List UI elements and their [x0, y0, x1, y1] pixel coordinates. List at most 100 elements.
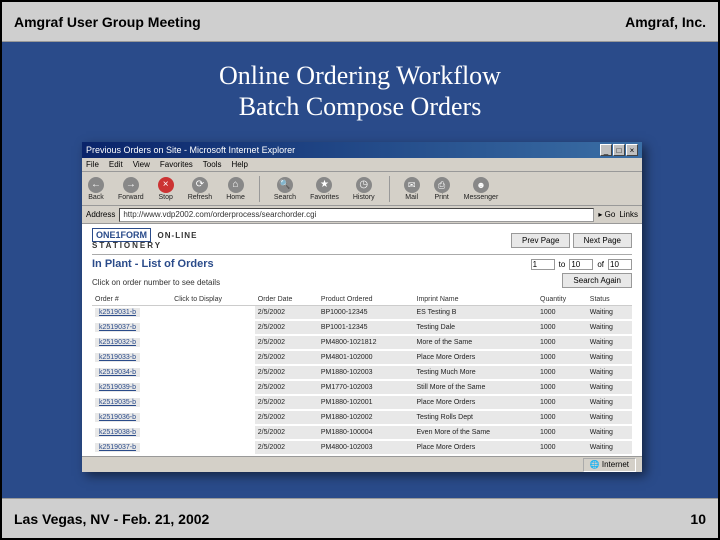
links-label[interactable]: Links — [619, 210, 638, 219]
home-button[interactable]: Home — [226, 177, 245, 201]
cell-product: PM1770-102003 — [318, 380, 414, 395]
cell-date: 2/5/2002 — [255, 350, 318, 365]
go-label: Go — [605, 210, 616, 219]
divider — [92, 254, 632, 255]
menu-help[interactable]: Help — [231, 160, 247, 169]
cell-date: 2/5/2002 — [255, 410, 318, 425]
order-link[interactable]: k2519037-b — [95, 443, 140, 452]
cell-date: 2/5/2002 — [255, 306, 318, 321]
messenger-button[interactable]: Messenger — [464, 177, 499, 201]
forward-button[interactable]: Forward — [118, 177, 144, 201]
cell-imprint: More of the Same — [414, 335, 537, 350]
cell-date: 2/5/2002 — [255, 365, 318, 380]
favorites-button[interactable]: Favorites — [310, 177, 339, 201]
slide-title: Online Ordering Workflow Batch Compose O… — [2, 60, 718, 122]
browser-window: Previous Orders on Site - Microsoft Inte… — [82, 142, 642, 472]
order-link[interactable]: k2519031-b — [95, 308, 140, 317]
cell-status: Waiting — [587, 365, 632, 380]
prev-page-button[interactable]: Prev Page — [511, 233, 570, 248]
cell-imprint: Even More of the Same — [414, 425, 537, 440]
forward-label: Forward — [118, 194, 144, 201]
menu-edit[interactable]: Edit — [109, 160, 123, 169]
brand-stationery: STATIONERY — [92, 241, 197, 250]
mail-icon — [404, 177, 420, 193]
search-again-button[interactable]: Search Again — [562, 273, 632, 288]
cell-date: 2/5/2002 — [255, 320, 318, 335]
range-of-label: of — [597, 260, 604, 269]
cell-imprint: Testing Dale — [414, 320, 537, 335]
range-of-input[interactable] — [608, 259, 632, 270]
ie-menubar: File Edit View Favorites Tools Help — [82, 158, 642, 172]
cell-imprint: Place More Orders — [414, 395, 537, 410]
back-button[interactable]: Back — [88, 177, 104, 201]
order-link[interactable]: k2519035-b — [95, 398, 140, 407]
order-link[interactable]: k2519032-b — [95, 338, 140, 347]
cell-status: Waiting — [587, 410, 632, 425]
table-header-row: Order # Click to Display Order Date Prod… — [92, 294, 632, 306]
cell-qty: 1000 — [537, 365, 587, 380]
page-content: ONE1FORM ON-LINE STATIONERY Prev Page Ne… — [82, 224, 642, 456]
cell-product: PM4801-102000 — [318, 350, 414, 365]
refresh-button[interactable]: Refresh — [188, 177, 213, 201]
window-title: Previous Orders on Site - Microsoft Inte… — [86, 145, 295, 155]
slide-footer: Las Vegas, NV - Feb. 21, 2002 10 — [2, 498, 718, 538]
stop-button[interactable]: Stop — [158, 177, 174, 201]
col-imprint: Imprint Name — [414, 294, 537, 306]
order-link[interactable]: k2519037-b — [95, 323, 140, 332]
search-button[interactable]: Search — [274, 177, 296, 201]
history-button[interactable]: History — [353, 177, 375, 201]
cell-qty: 1000 — [537, 410, 587, 425]
back-label: Back — [88, 194, 104, 201]
minimize-button[interactable]: _ — [600, 144, 612, 156]
order-link[interactable]: k2519036-b — [95, 413, 140, 422]
cell-qty: 1000 — [537, 335, 587, 350]
range-to-input[interactable] — [569, 259, 593, 270]
table-row: k2519035-b2/5/2002PM1880-102001Place Mor… — [92, 395, 632, 410]
cell-product: BP1001-12345 — [318, 320, 414, 335]
favorites-label: Favorites — [310, 194, 339, 201]
cell-status: Waiting — [587, 306, 632, 321]
cell-imprint: ES Testing B — [414, 306, 537, 321]
cell-date: 2/5/2002 — [255, 380, 318, 395]
cell-date: 2/5/2002 — [255, 440, 318, 455]
cell-qty: 1000 — [537, 306, 587, 321]
mail-button[interactable]: Mail — [404, 177, 420, 201]
stop-icon — [158, 177, 174, 193]
range-from-input[interactable] — [531, 259, 555, 270]
close-button[interactable]: × — [626, 144, 638, 156]
cell-status: Waiting — [587, 380, 632, 395]
menu-file[interactable]: File — [86, 160, 99, 169]
cell-imprint: Testing Rolls Dept — [414, 410, 537, 425]
order-link[interactable]: k2519039-b — [95, 383, 140, 392]
table-row: k2519034-b2/5/2002PM1880-102003Testing M… — [92, 365, 632, 380]
order-link[interactable]: k2519034-b — [95, 368, 140, 377]
maximize-button[interactable]: □ — [613, 144, 625, 156]
status-zone-text: Internet — [602, 460, 629, 469]
address-field[interactable]: http://www.vdp2002.com/orderprocess/sear… — [119, 208, 594, 222]
title-line2: Batch Compose Orders — [2, 91, 718, 122]
cell-product: PM1880-100004 — [318, 425, 414, 440]
slide-header: Amgraf User Group Meeting Amgraf, Inc. — [2, 2, 718, 42]
table-row: k2519033-b 2/5/2002PM4801-102000Place Mor… — [92, 350, 632, 365]
brand-logo: ONE1FORM ON-LINE STATIONERY — [92, 230, 197, 250]
arrow-right-icon — [123, 177, 139, 193]
footer-right: 10 — [690, 511, 706, 527]
cell-qty: 1000 — [537, 425, 587, 440]
cell-product: PM4800-102003 — [318, 440, 414, 455]
order-link[interactable]: k2519033-b — [95, 353, 140, 362]
cell-qty: 1000 — [537, 320, 587, 335]
page-nav: Prev Page Next Page — [511, 233, 632, 248]
print-button[interactable]: Print — [434, 177, 450, 201]
status-zone: 🌐 Internet — [583, 458, 636, 472]
next-page-button[interactable]: Next Page — [573, 233, 632, 248]
messenger-label: Messenger — [464, 194, 499, 201]
col-clickto: Click to Display — [171, 294, 255, 306]
menu-view[interactable]: View — [133, 160, 150, 169]
order-link[interactable]: k2519038-b — [95, 428, 140, 437]
go-button[interactable]: ▸ Go — [598, 210, 615, 219]
cell-imprint: Still More of the Same — [414, 380, 537, 395]
menu-tools[interactable]: Tools — [203, 160, 222, 169]
menu-favorites[interactable]: Favorites — [160, 160, 193, 169]
cell-imprint: Place More Orders — [414, 350, 537, 365]
cell-product: PM1880-102002 — [318, 410, 414, 425]
